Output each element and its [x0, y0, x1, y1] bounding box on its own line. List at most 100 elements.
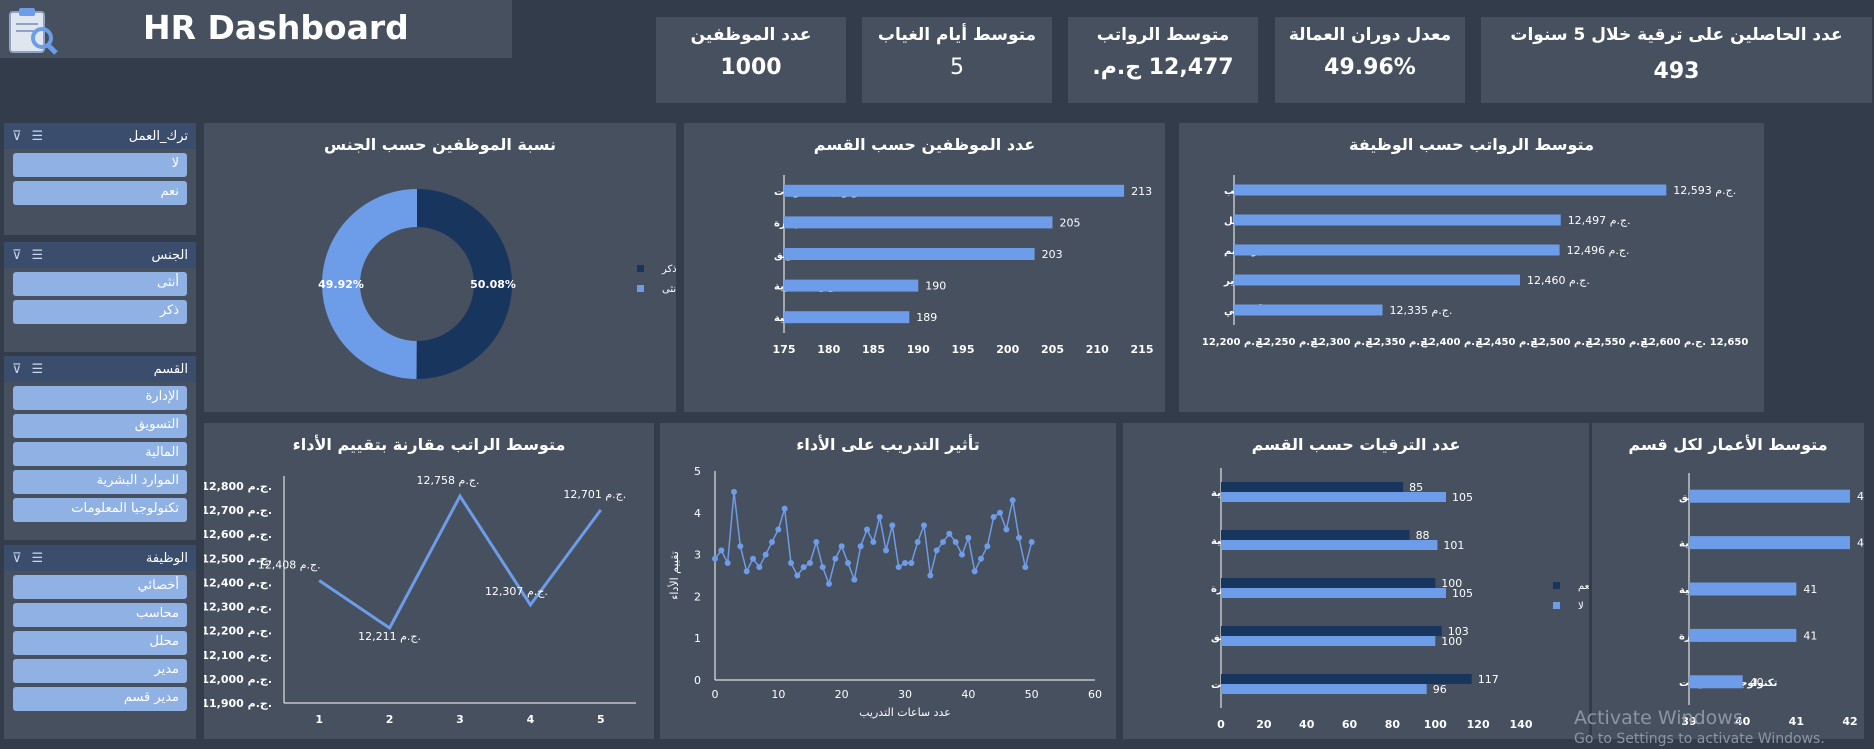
- data-point: [940, 539, 946, 546]
- data-label: 50.08%: [470, 278, 516, 291]
- bar: [784, 279, 919, 292]
- multi-select-icon[interactable]: ☰: [32, 362, 44, 377]
- tick-label: 12,000 ج.م.: [204, 673, 272, 687]
- data-point: [1003, 526, 1010, 533]
- bar: [1221, 684, 1427, 694]
- multi-select-icon[interactable]: ☰: [32, 551, 44, 566]
- data-label: 12,408 ج.م.: [258, 559, 321, 572]
- bar: [1234, 244, 1560, 256]
- data-point: [838, 543, 845, 550]
- data-point: [788, 559, 794, 566]
- tick-label: 20: [835, 688, 849, 701]
- data-point: [990, 513, 997, 520]
- clear-filter-icon[interactable]: ⊽: [12, 129, 22, 144]
- data-point: [870, 539, 877, 546]
- tick-label: 12,800 ج.م.: [204, 480, 272, 494]
- data-label: 41: [1803, 629, 1817, 642]
- data-label: 12,307 ج.م.: [485, 585, 548, 598]
- data-point: [914, 539, 921, 546]
- tick-label: 2: [694, 590, 701, 603]
- bar: [1689, 489, 1850, 503]
- multi-select-icon[interactable]: ☰: [32, 129, 44, 144]
- slicer-title: الجنس: [151, 247, 188, 263]
- slicer-item[interactable]: مدير: [13, 659, 187, 683]
- legend-label: نعم: [1578, 581, 1589, 592]
- clear-filter-icon[interactable]: ⊽: [12, 362, 22, 377]
- y-axis-label: تقييم الأداء: [667, 551, 681, 600]
- bar: [1221, 492, 1446, 502]
- data-point: [712, 555, 718, 562]
- tick-label: 3: [694, 549, 701, 562]
- slicer-item[interactable]: أنثى: [13, 272, 187, 296]
- tick-label: 12,200 ج.م.: [204, 625, 272, 639]
- slicer-item[interactable]: نعم: [13, 181, 187, 205]
- slicer-department: ⊽ ☰ القسم الإدارة التسويق المالية الموارد…: [4, 356, 196, 540]
- tick-label: 195: [952, 343, 975, 356]
- slicer-item[interactable]: أخصائي: [13, 575, 187, 599]
- activation-watermark-sub: Go to Settings to activate Windows.: [1574, 731, 1825, 747]
- slicer-job-title: ⊽ ☰ الوظيفة أخصائي محاسب محلل مدير مدير ق…: [4, 545, 196, 739]
- slicer-item[interactable]: لا: [13, 153, 187, 177]
- legend-swatch: [1553, 602, 1560, 609]
- kpi-label: متوسط أيام الغياب: [877, 25, 1037, 45]
- slicer-item[interactable]: ذكر: [13, 300, 187, 324]
- bar: [1234, 274, 1520, 286]
- data-point: [794, 572, 801, 579]
- series-line: [714, 491, 1033, 587]
- data-label: 41: [1803, 583, 1817, 596]
- data-label: 42: [1857, 490, 1864, 503]
- slicer-item[interactable]: مدير قسم: [13, 687, 187, 711]
- bar: [1234, 214, 1561, 226]
- tick-label: 0: [1217, 718, 1225, 731]
- data-label: 12,701 ج.م.: [563, 488, 626, 501]
- slicer-item[interactable]: تكنولوجيا المعلومات: [13, 498, 187, 522]
- bar: [1234, 184, 1667, 196]
- data-label: 49.92%: [318, 278, 364, 291]
- data-point: [889, 522, 896, 529]
- legend-swatch: [637, 285, 644, 292]
- legend-swatch: [1553, 582, 1560, 589]
- tick-label: 190: [907, 343, 930, 356]
- kpi-value: 493: [1653, 59, 1700, 84]
- data-point: [876, 513, 883, 520]
- tick-label: 215: [1131, 343, 1154, 356]
- slicer-item[interactable]: محلل: [13, 631, 187, 655]
- tick-label: 42: [1842, 715, 1857, 728]
- data-label: 189: [916, 311, 937, 324]
- bar: [784, 248, 1035, 260]
- clear-filter-icon[interactable]: ⊽: [12, 248, 22, 263]
- tick-label: 1: [315, 713, 323, 726]
- slicer-header: ⊽ ☰ ترك_العمل: [4, 123, 196, 149]
- tick-label: 205: [1041, 343, 1064, 356]
- panel-age-by-dept: متوسط الأعمار لكل قسم التسويق42الموارد ا…: [1592, 423, 1864, 739]
- data-point: [724, 559, 731, 566]
- slicer-item[interactable]: التسويق: [13, 414, 187, 438]
- data-label: 205: [1060, 216, 1081, 229]
- multi-select-icon[interactable]: ☰: [32, 248, 44, 263]
- chart-salary-vs-rating: 11,900 ج.م. 12,000 ج.م. 12,100 ج.م. 12,200 …: [204, 474, 636, 726]
- clear-filter-icon[interactable]: ⊽: [12, 551, 22, 566]
- data-label: 117: [1478, 673, 1499, 686]
- tick-label: 12,600 ج.م.: [1642, 337, 1706, 348]
- tick-label: 0: [712, 688, 719, 701]
- tick-label: 10: [771, 688, 785, 701]
- slicer-item[interactable]: الموارد البشرية: [13, 470, 187, 494]
- kpi-promoted-5-years: عدد الحاصلين على ترقية خلال 5 سنوات 493: [1481, 17, 1872, 103]
- clipboard-magnifier-icon: [9, 8, 58, 55]
- data-label: 12,211 ج.م.: [358, 630, 421, 643]
- bar: [1221, 482, 1404, 492]
- bar: [784, 311, 910, 324]
- chart-training-vs-performance: 0123450 10 20 30 40 50 60عدد ساعات التدريبتقيي…: [667, 465, 1102, 719]
- data-label: 12,497 ج.م.: [1568, 214, 1631, 227]
- data-point: [1009, 497, 1016, 504]
- slicer-item[interactable]: المالية: [13, 442, 187, 466]
- data-point: [1028, 539, 1035, 546]
- data-point: [826, 580, 832, 587]
- chart-promotions-by-dept: الموارد البشرية85105المالية88101الإدارة1…: [1211, 468, 1589, 731]
- data-point: [952, 539, 959, 546]
- slicer-header: ⊽ ☰ الوظيفة: [4, 545, 196, 571]
- slicer-item[interactable]: محاسب: [13, 603, 187, 627]
- tick-label: 120: [1467, 718, 1490, 731]
- slicer-item[interactable]: الإدارة: [13, 386, 187, 410]
- panel-training-vs-performance: تأثير التدريب على الأداء 0 1 2 3 4 5 0 10 20 30 40…: [660, 423, 1116, 739]
